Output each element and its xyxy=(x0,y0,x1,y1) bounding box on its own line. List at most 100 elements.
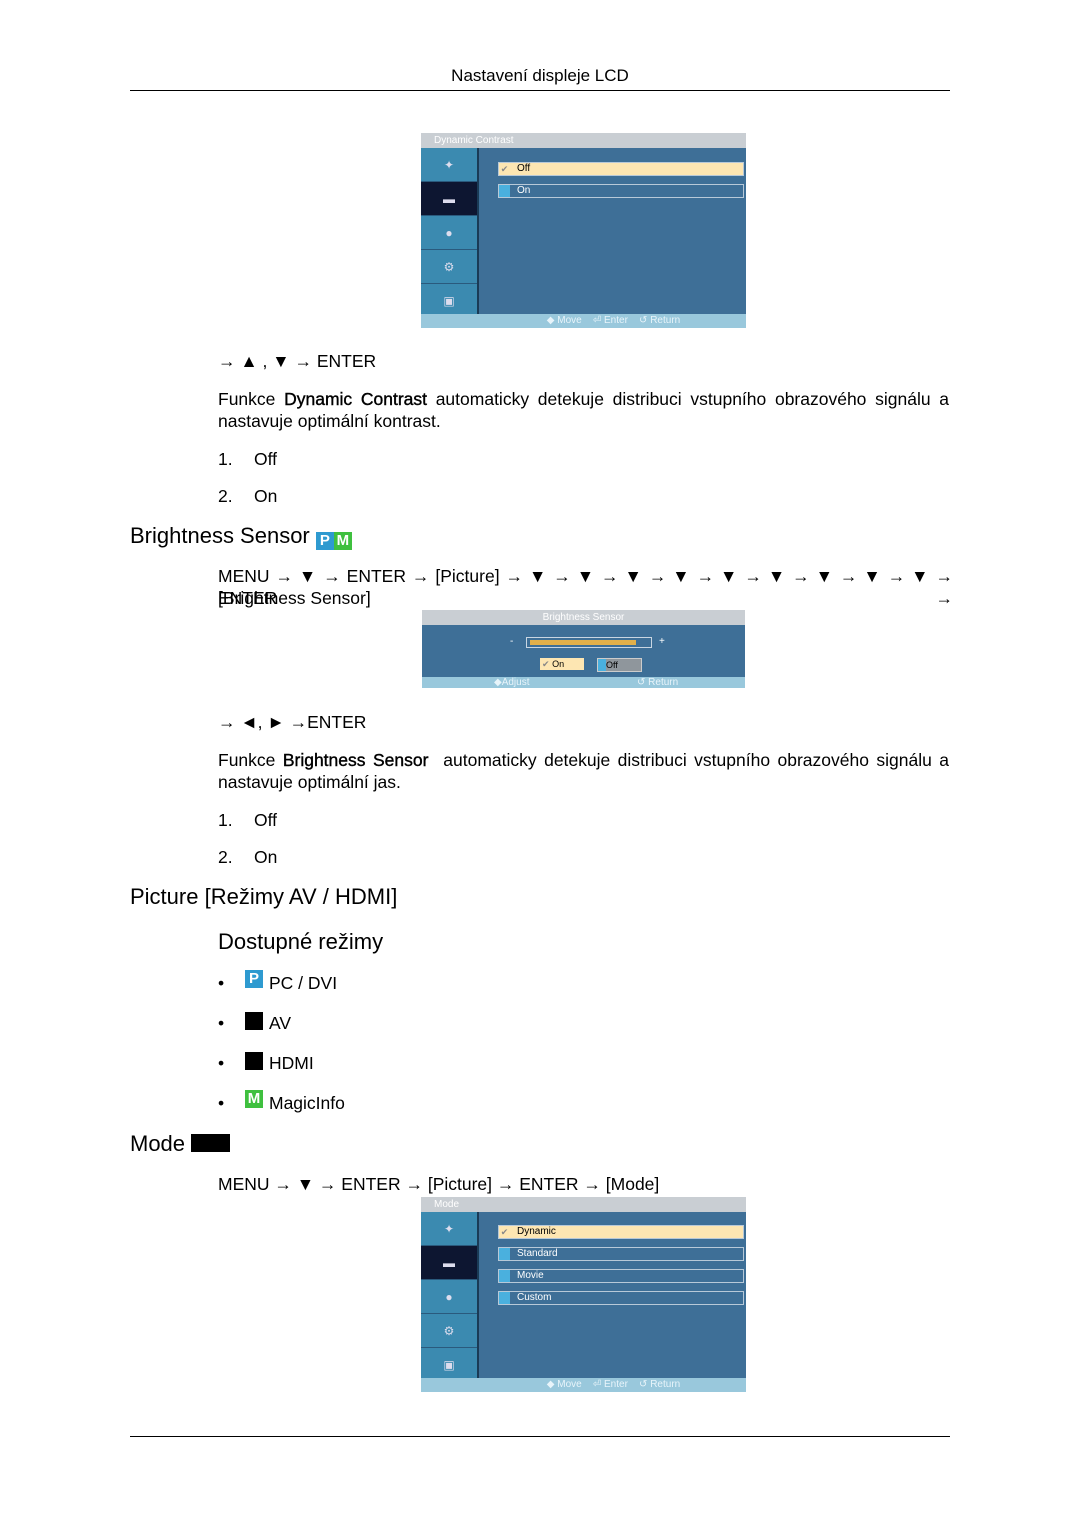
option-label: Off xyxy=(517,163,531,174)
desc-term: Dynamic Contrast xyxy=(284,389,427,409)
osd-mode: Mode ✦ ▬ ● ⚙ ▣ ✔ Dynamic Standard Movie Custo… xyxy=(421,1197,746,1392)
mode-item-hdmi: • HDMI xyxy=(218,1052,314,1074)
section-heading-mode: Mode xyxy=(130,1131,231,1157)
multi-control-icon: ▣ xyxy=(421,284,477,318)
item-label: Off xyxy=(254,449,278,469)
desc-text: Funkce xyxy=(218,389,285,409)
enter-label: Enter xyxy=(604,1379,628,1390)
mode-label: HDMI xyxy=(269,1053,314,1073)
picture-icon: ▬ xyxy=(421,182,477,216)
on-button[interactable]: ✔ On xyxy=(540,658,584,670)
osd-option-standard[interactable]: Standard xyxy=(498,1247,744,1261)
header-rule xyxy=(130,90,950,91)
av-mode-badge-icon xyxy=(245,1012,263,1030)
mode-item-av: • AV xyxy=(218,1012,291,1034)
desc-text: Funkce xyxy=(218,750,283,770)
nav-instruction: → ◄, ► →ENTER xyxy=(218,712,367,732)
list-item: 2. On xyxy=(218,846,277,868)
item-label: On xyxy=(254,486,278,506)
input-icon: ✦ xyxy=(421,148,477,182)
osd-title: Mode xyxy=(421,1197,746,1212)
item-number: 2. xyxy=(218,486,233,506)
minus-label: - xyxy=(510,636,514,647)
osd-option-on[interactable]: On xyxy=(498,184,744,198)
description: Funkce Dynamic Contrast automaticky dete… xyxy=(218,388,949,432)
enter-label: Enter xyxy=(604,315,628,326)
marker xyxy=(598,659,606,671)
option-marker xyxy=(499,185,510,197)
list-item: 1. Off xyxy=(218,809,277,831)
level-fill xyxy=(530,640,637,645)
option-label: Standard xyxy=(517,1248,558,1259)
section-heading-picture: Picture [Režimy AV / HDMI] xyxy=(130,884,398,909)
footer-rule xyxy=(130,1436,950,1437)
plus-label: + xyxy=(659,636,665,647)
multi-control-icon: ▣ xyxy=(421,1348,477,1382)
option-marker xyxy=(499,1270,510,1282)
return-icon: ↺ xyxy=(639,315,651,326)
osd-option-movie[interactable]: Movie xyxy=(498,1269,744,1283)
move-label: Move xyxy=(557,315,582,326)
description: Funkce Brightness Sensor automaticky det… xyxy=(218,749,949,793)
magicinfo-badge-icon: M xyxy=(245,1090,263,1108)
on-label: On xyxy=(552,659,565,669)
return-label: Return xyxy=(650,315,681,326)
hdmi-mode-badge-icon xyxy=(245,1052,263,1070)
osd-footer: ◆ Move ⏎ Enter ↺ Return xyxy=(421,1378,746,1392)
subheading-modes: Dostupné režimy xyxy=(218,929,384,954)
setup-icon: ⚙ xyxy=(421,1314,477,1348)
move-icon: ◆ xyxy=(546,1379,558,1390)
item-label: Off xyxy=(254,810,278,830)
sound-icon: ● xyxy=(421,216,477,250)
document-page: Nastavení displeje LCD Dynamic Contrast … xyxy=(0,0,1080,1527)
check-icon: ✔ xyxy=(500,164,509,174)
list-item: 2. On xyxy=(218,485,277,507)
sound-icon: ● xyxy=(421,1280,477,1314)
picture-icon: ▬ xyxy=(421,1246,477,1280)
osd-option-custom[interactable]: Custom xyxy=(498,1291,744,1305)
nav-instruction: → ▲ , ▼ → ENTER xyxy=(218,351,377,371)
item-number: 2. xyxy=(218,847,233,867)
item-label: On xyxy=(254,847,278,867)
osd-title: Dynamic Contrast xyxy=(421,133,746,148)
list-item: 1. Off xyxy=(218,448,277,470)
enter-icon: ⏎ xyxy=(592,315,604,326)
osd-option-dynamic[interactable]: ✔ Dynamic xyxy=(498,1225,744,1239)
osd-dynamic-contrast: Dynamic Contrast ✦ ▬ ● ⚙ ▣ ✔ Off On ◆ Move ⏎ … xyxy=(421,133,746,328)
off-label: Off xyxy=(606,660,618,670)
input-icon: ✦ xyxy=(421,1212,477,1246)
level-bar[interactable] xyxy=(526,637,652,648)
option-label: Dynamic xyxy=(517,1226,556,1237)
enter-icon: ⏎ xyxy=(592,1379,604,1390)
bullet: • xyxy=(218,973,225,993)
option-label: Custom xyxy=(517,1292,552,1303)
option-marker xyxy=(499,1292,510,1304)
option-label: On xyxy=(517,185,531,196)
mode-label: MagicInfo xyxy=(269,1093,345,1113)
check-icon: ✔ xyxy=(500,1227,509,1237)
page-header: Nastavení displeje LCD xyxy=(451,66,629,85)
adjust-hint: ◆Adjust xyxy=(494,677,530,688)
option-marker xyxy=(499,1248,510,1260)
menu-path-end: [Brightness Sensor] xyxy=(218,588,371,608)
osd-title: Brightness Sensor xyxy=(422,610,745,625)
osd-option-off[interactable]: ✔ Off xyxy=(498,162,744,176)
menu-path: MENU → ▼ → ENTER → [Picture] → ENTER → [… xyxy=(218,1174,660,1194)
setup-icon: ⚙ xyxy=(421,250,477,284)
return-label: Return xyxy=(650,1379,681,1390)
section-heading-brightness-sensor: Brightness Sensor PM xyxy=(130,523,352,550)
off-button[interactable]: Off xyxy=(597,658,642,672)
return-hint: ↺ Return xyxy=(637,677,679,688)
mode-item-pc: • P PC / DVI xyxy=(218,970,337,994)
check-icon: ✔ xyxy=(542,659,550,669)
item-number: 1. xyxy=(218,449,233,469)
desc-term: Brightness Sensor xyxy=(282,750,429,770)
pc-mode-badge-icon: P xyxy=(315,532,334,550)
av-hdmi-badges-icon xyxy=(191,1134,231,1152)
return-label: Return xyxy=(648,677,679,688)
bullet: • xyxy=(218,1093,225,1113)
option-label: Movie xyxy=(517,1270,544,1281)
pc-mode-badge-icon: P xyxy=(245,970,263,988)
bullet: • xyxy=(218,1053,225,1073)
mode-item-magicinfo: • M MagicInfo xyxy=(218,1090,345,1114)
